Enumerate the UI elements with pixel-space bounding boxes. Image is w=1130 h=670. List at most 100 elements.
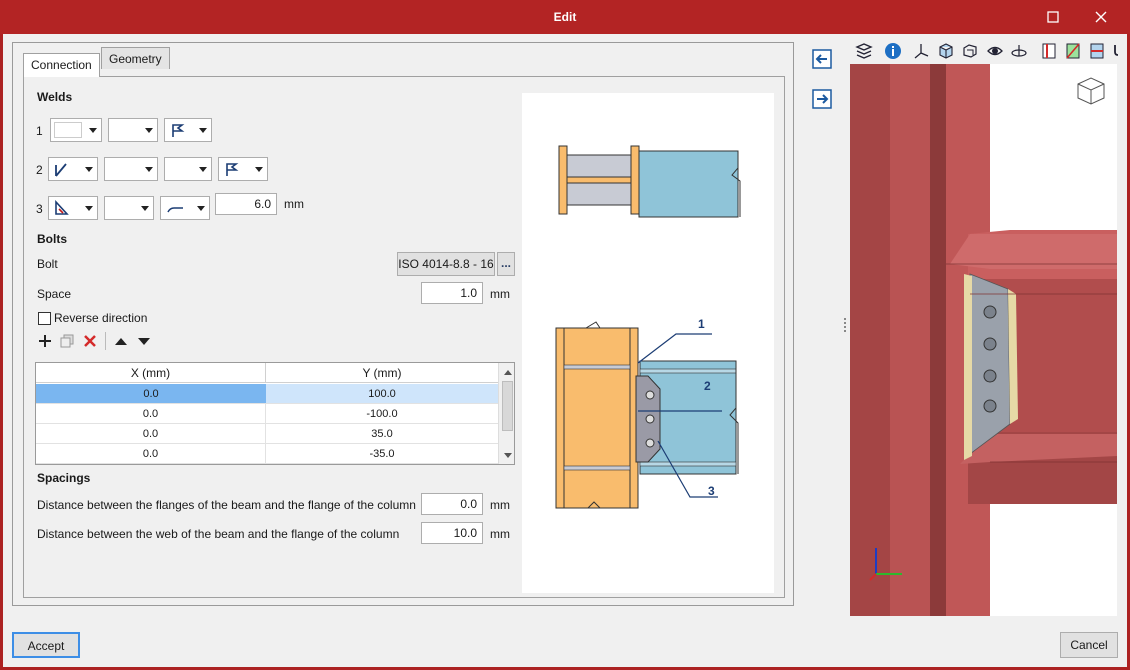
delete-row-icon[interactable] [82,333,98,349]
dialog-client: Connection Geometry Welds 1 2 3 6.0 mm B… [3,34,1127,667]
weld-2-contour-select[interactable] [164,157,212,181]
info-icon[interactable] [884,42,902,60]
section-blue-icon[interactable] [1088,42,1106,60]
weld-2-field-select[interactable] [218,157,268,181]
cancel-button[interactable]: Cancel [1060,632,1118,658]
move-down-icon[interactable] [137,335,151,347]
connection-preview-drawing: 1 2 3 [522,93,774,593]
table-row[interactable]: 0.0 [36,424,266,444]
more-tools-icon[interactable] [1112,42,1124,60]
web-distance-unit: mm [490,527,510,541]
add-row-icon[interactable] [37,333,53,349]
weld-row-2-number: 2 [36,163,43,177]
reverse-direction-label: Reverse direction [54,311,148,325]
chevron-down-icon [89,128,97,133]
main-panel: Connection Geometry Welds 1 2 3 6.0 mm B… [12,42,794,606]
3d-viewport[interactable] [850,64,1117,616]
spacings-heading: Spacings [37,471,91,485]
bolts-heading: Bolts [37,232,67,246]
chevron-down-icon [85,206,93,211]
weld-1-finish-select[interactable] [108,118,158,142]
space-unit: mm [490,287,510,301]
chevron-down-icon [141,206,149,211]
table-row[interactable]: -100.0 [266,404,498,424]
tab-geometry[interactable]: Geometry [101,47,170,69]
table-row[interactable]: 0.0 [36,404,266,424]
chevron-down-icon [85,167,93,172]
column-header-x[interactable]: X (mm) [36,363,266,383]
chevron-down-icon [199,128,207,133]
bolt-label: Bolt [37,257,58,271]
weld-1-field-select[interactable] [164,118,212,142]
weld-3-contour-select[interactable] [160,196,210,220]
scroll-up-icon[interactable] [504,369,512,375]
flange-distance-label: Distance between the flanges of the beam… [37,498,416,512]
view-cube-icon[interactable] [1074,74,1108,108]
column-header-y[interactable]: Y (mm) [266,363,498,383]
move-up-icon[interactable] [114,335,128,347]
web-distance-label: Distance between the web of the beam and… [37,527,400,541]
axes-icon[interactable] [912,42,930,60]
table-row[interactable]: 0.0 [36,444,266,464]
weld-3-type-select[interactable] [48,196,98,220]
rotate-icon[interactable] [1010,42,1028,60]
cube-view-icon[interactable] [937,42,955,60]
copy-row-icon[interactable] [59,333,75,349]
flange-distance-unit: mm [490,498,510,512]
vertical-scrollbar[interactable] [498,363,514,464]
table-row[interactable]: -35.0 [266,444,498,464]
flange-distance-input[interactable]: 0.0 [421,493,483,515]
eye-icon[interactable] [986,42,1004,60]
reverse-direction-checkbox[interactable] [38,312,51,325]
bolt-browse-button[interactable]: ... [497,252,515,276]
close-icon[interactable] [1090,6,1112,28]
callout-1: 1 [698,317,705,331]
weld-row-1-number: 1 [36,124,43,138]
section-red-icon[interactable] [1040,42,1058,60]
chevron-down-icon [199,167,207,172]
welds-heading: Welds [37,90,73,104]
wireframe-icon[interactable] [961,42,979,60]
web-distance-input[interactable]: 10.0 [421,522,483,544]
layers-icon[interactable] [855,42,873,60]
bolt-type-button[interactable]: ISO 4014-8.8 - 16 [397,252,495,276]
tab-connection[interactable]: Connection [23,53,100,77]
scroll-down-icon[interactable] [504,453,512,459]
maximize-icon[interactable] [1042,6,1064,28]
field-weld-flag-icon [226,163,239,176]
section-green-icon[interactable] [1064,42,1082,60]
accept-button[interactable]: Accept [12,632,80,658]
v-weld-icon [55,163,67,177]
3d-model-render [850,64,1117,616]
field-weld-flag-icon [172,124,185,137]
weld-3-size-unit: mm [284,197,304,211]
title-bar: Edit [0,0,1130,34]
callout-2: 2 [704,379,711,393]
import-icon[interactable] [810,48,834,70]
space-label: Space [37,287,72,301]
axes-triad-icon [869,548,902,581]
weld-3-finish-select[interactable] [104,196,154,220]
weld-2-finish-select[interactable] [104,157,158,181]
bolt-coordinates-table: X (mm) Y (mm) 0.0 100.0 0.0 -100.0 0.0 3… [35,362,515,465]
chevron-down-icon [145,128,153,133]
weld-2-type-select[interactable] [48,157,98,181]
table-row[interactable]: 100.0 [266,384,498,404]
tab-connection-label: Connection [31,58,92,72]
chevron-down-icon [197,206,205,211]
view-toolbar [850,40,1127,62]
tab-geometry-label: Geometry [109,52,162,66]
chevron-down-icon [145,167,153,172]
toolbar-divider [105,332,106,350]
scrollbar-thumb[interactable] [502,381,513,431]
chevron-down-icon [255,167,263,172]
table-row[interactable]: 35.0 [266,424,498,444]
space-input[interactable]: 1.0 [421,282,483,304]
callout-3: 3 [708,484,715,498]
weld-row-3-number: 3 [36,202,43,216]
weld-1-type-select[interactable] [50,118,102,142]
weld-3-size-input[interactable]: 6.0 [215,193,277,215]
export-icon[interactable] [810,88,834,110]
table-row[interactable]: 0.0 [36,384,266,404]
splitter-handle[interactable] [844,318,847,332]
